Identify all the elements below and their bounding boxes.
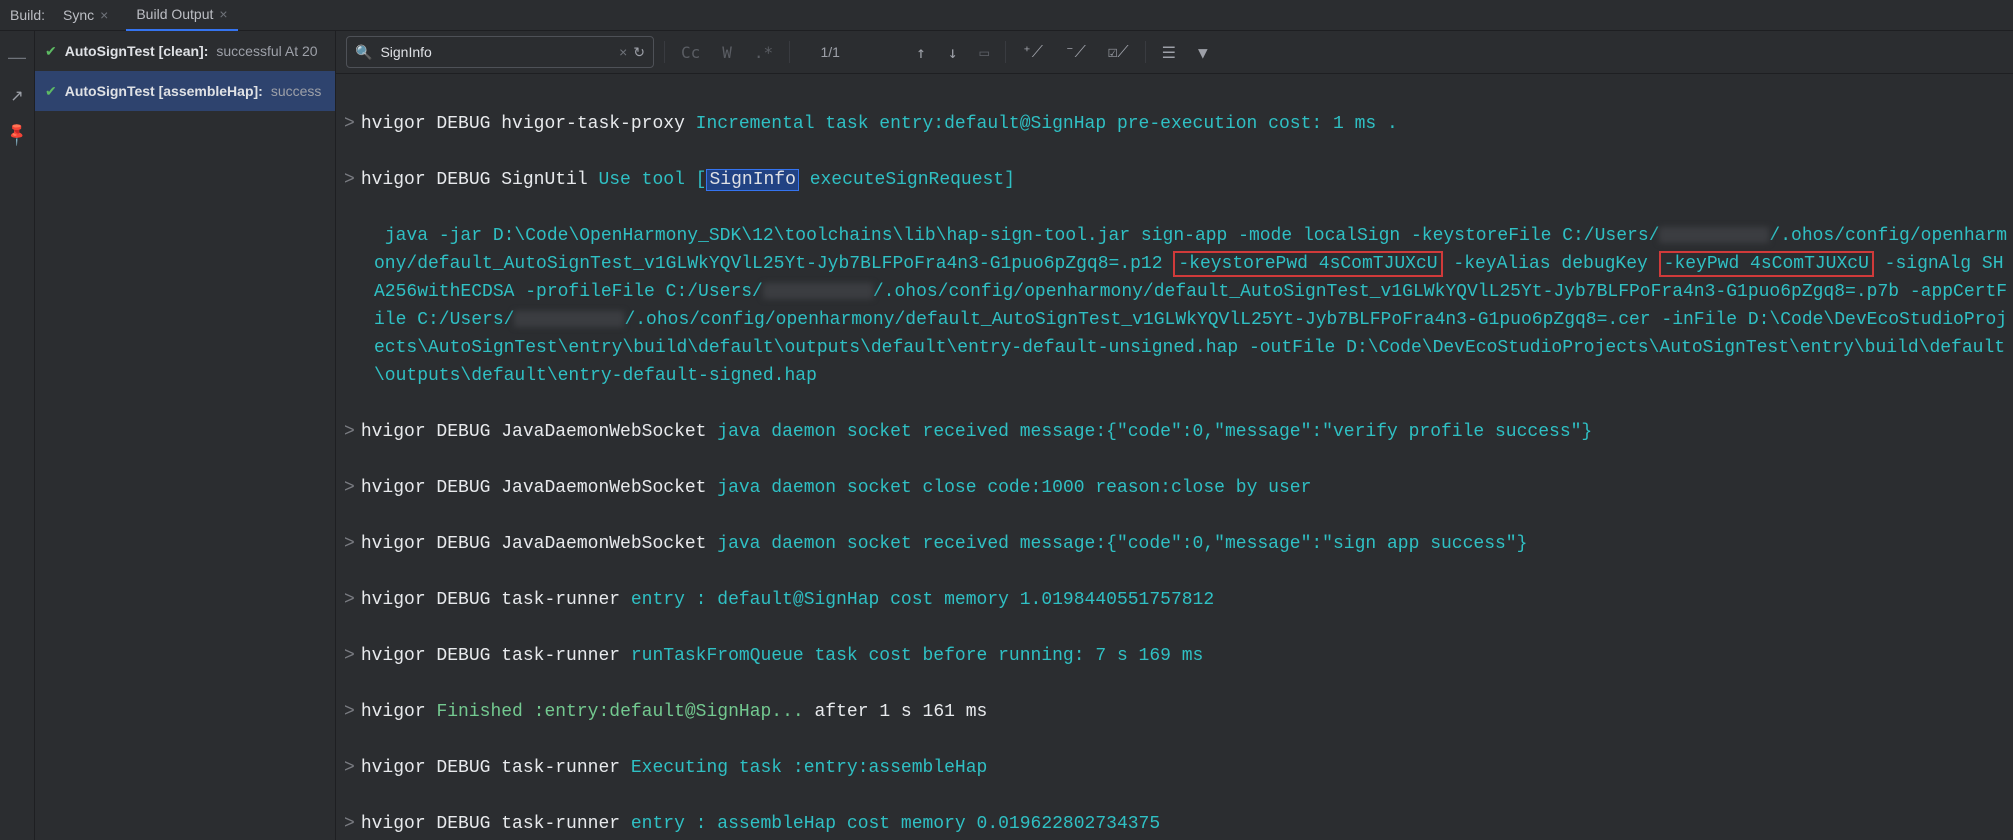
close-icon[interactable]: × [100,8,108,22]
tab-sync[interactable]: Sync × [53,0,118,30]
separator [664,41,665,63]
task-name: AutoSignTest [clean]: [65,43,209,59]
add-selection-icon[interactable]: ⁺⟋ [1016,38,1049,66]
separator [1145,41,1146,63]
settings-icon[interactable]: ☰ [1156,39,1182,66]
console-panel: 🔍 × ↻ Cc W .* 1/1 ↑ ↓ ▭ ⁺⟋ ⁻⟋ ☑⟋ [336,31,2013,840]
left-gutter: — ↗ 📌 [0,31,35,840]
redacted-text [514,311,624,327]
match-count: 1/1 [800,44,860,60]
minus-icon[interactable]: — [8,47,26,68]
close-icon[interactable]: × [219,7,227,21]
next-match-button[interactable]: ↓ [942,39,964,66]
find-toolbar: 🔍 × ↻ Cc W .* 1/1 ↑ ↓ ▭ ⁺⟋ ⁻⟋ ☑⟋ [336,31,2013,74]
export-icon[interactable]: ↗ [10,86,23,106]
redacted-text [1659,227,1769,243]
task-status: successful At 20 [216,43,317,59]
history-icon[interactable]: ↻ [633,44,645,61]
build-label: Build: [10,7,45,23]
select-all-occurrences-icon[interactable]: ☑⟋ [1102,38,1135,66]
highlighted-keypwd: -keyPwd 4sComTJUXcU [1659,251,1874,277]
tab-label: Sync [63,7,94,23]
pin-icon[interactable]: 📌 [3,120,31,148]
match-case-button[interactable]: Cc [675,39,706,66]
search-icon: 🔍 [355,44,372,61]
remove-selection-icon[interactable]: ⁻⟋ [1059,38,1092,66]
success-icon: ✔ [45,43,57,60]
build-titlebar: Build: Sync × Build Output × [0,0,2013,31]
task-item-assemblehap[interactable]: ✔ AutoSignTest [assembleHap]: success [35,71,335,111]
task-status: success [271,83,322,99]
select-all-icon[interactable]: ▭ [973,39,995,66]
separator [789,41,790,63]
whole-word-button[interactable]: W [716,39,738,66]
task-item-clean[interactable]: ✔ AutoSignTest [clean]: successful At 20 [35,31,335,71]
clear-icon[interactable]: × [619,44,627,60]
task-name: AutoSignTest [assembleHap]: [65,83,263,99]
highlighted-keystorepwd: -keystorePwd 4sComTJUXcU [1173,251,1442,277]
filter-icon[interactable]: ▼ [1192,39,1214,66]
redacted-text [763,283,873,299]
search-highlight: SignInfo [706,169,798,191]
separator [1005,41,1006,63]
find-input[interactable] [378,43,613,61]
tab-build-output[interactable]: Build Output × [126,0,237,31]
prev-match-button[interactable]: ↑ [910,39,932,66]
regex-button[interactable]: .* [748,39,779,66]
tab-label: Build Output [136,6,213,22]
success-icon: ✔ [45,83,57,100]
find-input-box[interactable]: 🔍 × ↻ [346,36,654,68]
console-log[interactable]: >hvigor DEBUG hvigor-task-proxy Incremen… [336,74,2013,840]
task-list: ✔ AutoSignTest [clean]: successful At 20… [35,31,336,840]
